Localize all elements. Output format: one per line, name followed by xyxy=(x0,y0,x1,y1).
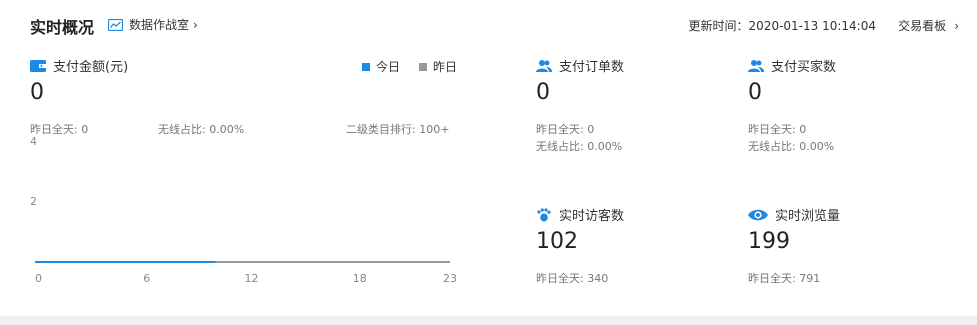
x-tick-label: 0 xyxy=(35,272,42,285)
x-tick-label: 18 xyxy=(352,272,367,285)
buyer-count-yesterday: 昨日全天: 0 xyxy=(748,123,807,136)
buyer-count-header: 支付买家数 xyxy=(748,56,836,75)
buyer-count-title: 支付买家数 xyxy=(771,60,837,75)
buyer-count-value: 0 xyxy=(748,80,762,105)
eye-icon xyxy=(748,209,768,220)
pageview-count-yesterday: 昨日全天: 791 xyxy=(748,272,821,285)
visitor-count-header: 实时访客数 xyxy=(536,205,624,224)
visitor-count-yesterday: 昨日全天: 340 xyxy=(536,272,609,285)
order-count-title: 支付订单数 xyxy=(559,60,625,75)
realtime-overview-card: 实时概况 数据作战室 › 更新时间：2020-01-13 10:14:04 交易… xyxy=(0,0,977,316)
pageview-count-title: 实时浏览量 xyxy=(775,209,841,224)
order-count-wireless: 无线占比: 0.00% xyxy=(536,140,623,153)
visitor-count-title: 实时访客数 xyxy=(559,209,625,224)
pageview-count-header: 实时浏览量 xyxy=(748,205,840,224)
pageview-count-value: 199 xyxy=(748,229,790,254)
x-tick-label: 6 xyxy=(143,272,151,285)
y-tick-label: 4 xyxy=(30,135,37,148)
order-count-yesterday: 昨日全天: 0 xyxy=(536,123,595,136)
buyer-count-wireless: 无线占比: 0.00% xyxy=(748,140,835,153)
users-icon xyxy=(748,59,764,72)
page-background xyxy=(0,316,977,325)
footprint-icon xyxy=(537,207,551,221)
x-tick-label: 12 xyxy=(244,272,259,285)
visitor-count-value: 102 xyxy=(536,229,578,254)
x-tick-label: 23 xyxy=(443,272,457,285)
order-count-value: 0 xyxy=(536,80,550,105)
order-count-header: 支付订单数 xyxy=(536,56,624,75)
y-tick-label: 2 xyxy=(30,195,37,208)
users-icon xyxy=(536,59,552,72)
payment-trend-chart xyxy=(35,261,450,263)
